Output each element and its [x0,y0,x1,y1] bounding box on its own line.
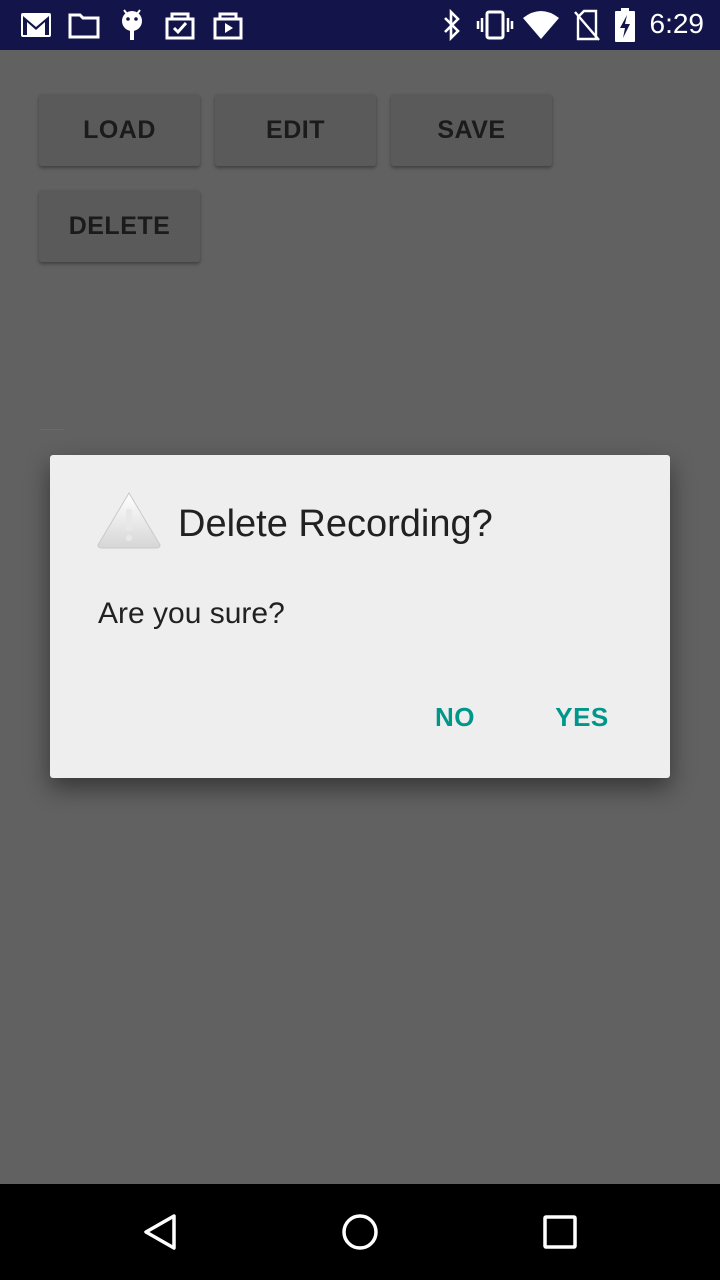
home-icon[interactable] [340,1212,380,1252]
clock: 6:29 [649,8,705,39]
vibrate-icon [476,10,514,40]
load-button[interactable]: LOAD [39,94,200,166]
media-icon [213,12,243,40]
gmail-icon [21,13,51,37]
back-icon[interactable] [140,1212,180,1252]
yes-button[interactable]: YES [544,695,620,739]
bluetooth-icon [444,9,460,41]
battery-charging-icon [615,8,635,42]
task-icon [165,12,195,40]
delete-button[interactable]: DELETE [39,190,200,262]
warning-icon [97,492,161,549]
edit-button[interactable]: EDIT [215,94,376,166]
wifi-icon [523,11,559,39]
android-debug-icon [122,9,142,40]
save-button[interactable]: SAVE [391,94,552,166]
navigation-bar [0,1184,720,1280]
status-bar: 6:29 [0,0,720,50]
folder-icon [68,13,100,39]
dialog-message: Are you sure? [98,597,285,630]
recents-icon[interactable] [542,1214,578,1250]
dialog-title: Delete Recording? [178,503,493,545]
no-button[interactable]: NO [420,695,490,739]
divider [40,429,64,430]
no-sim-icon [574,9,600,41]
delete-confirm-dialog: Delete Recording? Are you sure? NO YES [50,455,670,778]
